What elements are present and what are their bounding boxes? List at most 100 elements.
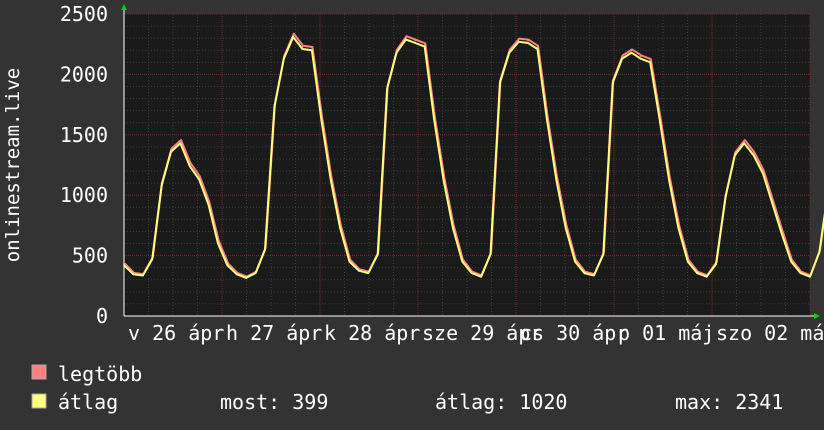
data-point-avg [170,150,172,153]
data-point-max [527,39,529,42]
data-point-max [170,148,172,151]
data-point-avg [217,242,219,245]
data-point-avg [414,42,417,44]
data-point-avg [640,57,642,60]
data-point-avg [470,272,473,274]
data-point-avg [320,118,323,120]
x-tick-label: p 01 máj [618,321,714,345]
data-point-avg [480,275,482,278]
data-point-max [649,59,652,61]
legend-swatch-avg [31,393,47,409]
data-point-avg [329,178,332,181]
data-point-avg [207,204,210,206]
data-point-avg [301,48,304,50]
data-point-avg [743,142,746,145]
data-point-avg [160,184,163,187]
chart: 0 500 1000 1500 2000 2500 v 26 ápr h 27 ápr k 28… [2,2,824,414]
data-point-avg [179,142,182,145]
data-point-max [414,39,417,42]
data-point-avg [762,172,764,175]
data-point-max [630,49,633,52]
data-point-avg [734,154,736,157]
legend-label-max: legtöbb [58,362,142,386]
data-point-avg [376,253,379,256]
data-point-avg [508,51,511,54]
data-point-avg [339,227,341,229]
data-point-avg [752,154,755,157]
data-point-avg [348,260,351,263]
data-point-avg [658,118,661,120]
data-point-avg [621,57,623,60]
data-point-avg [311,49,313,52]
data-point-avg [254,272,257,274]
data-point-max [423,43,426,45]
legend-label-avg: átlag [58,390,118,414]
data-point-avg [649,61,652,64]
data-point-max [743,140,746,142]
data-point-avg [809,275,811,278]
data-point-avg [799,272,802,274]
data-point-avg [574,260,576,263]
data-point-avg [771,202,774,205]
data-point-avg [132,273,135,276]
data-point-avg [386,88,388,90]
data-point-avg [781,233,783,235]
data-point-avg [546,118,548,120]
data-point-avg [555,178,558,181]
data-point-max [517,38,520,41]
y-axis-arrow [121,4,127,10]
data-point-avg [564,227,567,229]
data-point-max [536,45,539,48]
data-point-avg [452,227,454,229]
data-point-avg [151,258,153,261]
y-tick-label: 1000 [60,183,108,207]
data-point-max [405,36,407,38]
data-point-avg [235,273,238,276]
data-point-avg [405,38,407,41]
data-point-avg [611,82,614,84]
y-axis-label: onlinestream.live [2,68,24,262]
data-point-avg [433,118,435,120]
data-point-avg [198,178,200,181]
y-tick-label: 0 [96,304,108,328]
data-point-avg [602,253,605,256]
data-point-avg [273,106,276,108]
data-point-avg [358,269,360,272]
data-point-max [292,33,294,36]
data-point-avg [527,42,529,44]
data-point-avg [715,263,717,265]
data-point-avg [705,275,708,278]
data-point-avg [489,253,492,256]
x-tick-label: cs 30 ápr [520,321,628,345]
x-tick-label: k 28 ápr [324,321,420,345]
data-point-avg [245,277,247,279]
data-point-avg [630,51,633,54]
data-point-avg [461,260,464,263]
data-point-avg [790,260,793,263]
legend: legtöbb átlag most: 399 átlag: 1020 max:… [31,362,783,414]
data-point-avg [583,272,586,274]
data-point-max [640,55,642,58]
y-tick-label: 2500 [60,2,108,26]
data-point-avg [395,51,398,54]
data-point-avg [696,272,699,274]
x-tick-label: h 27 ápr [226,321,322,345]
data-point-avg [668,178,670,181]
x-axis-arrow [814,313,820,319]
data-point-avg [188,165,191,168]
data-point-avg [724,196,727,199]
data-point-avg [818,251,821,253]
data-point-max [311,47,313,49]
data-point-avg [499,82,501,84]
data-point-avg [536,48,539,50]
data-point-avg [292,36,294,38]
data-point-avg [264,248,266,251]
y-tick-label: 1500 [60,123,108,147]
data-point-avg [367,272,370,274]
data-point-avg [282,57,285,60]
data-point-avg [141,274,144,277]
data-point-avg [677,227,680,229]
data-point-avg [423,45,426,48]
stat-now: most: 399 [220,390,328,414]
x-tick-label: v 26 ápr [128,321,224,345]
